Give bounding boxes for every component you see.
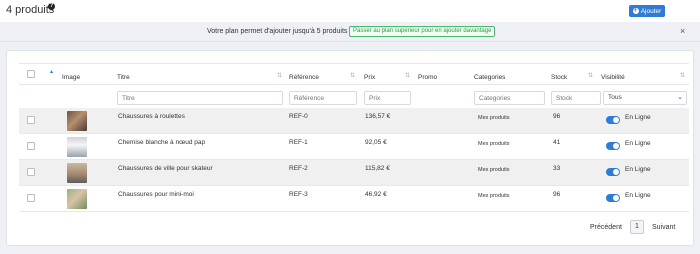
reference-filter-input[interactable] bbox=[289, 91, 357, 105]
table-top-border bbox=[19, 63, 689, 64]
product-thumbnail[interactable] bbox=[67, 189, 87, 209]
product-reference: REF-3 bbox=[289, 191, 308, 198]
visibility-filter-select[interactable]: Tous ⌄ bbox=[603, 91, 687, 105]
table-row[interactable]: Chaussures pour mini-moi REF-3 46,92 € M… bbox=[19, 186, 689, 212]
sort-icon[interactable]: ⇅ bbox=[588, 72, 593, 79]
product-thumbnail[interactable] bbox=[67, 111, 87, 131]
visibility-status: En Ligne bbox=[625, 166, 651, 173]
product-category: Mes produits bbox=[478, 115, 510, 121]
price-filter-input[interactable] bbox=[364, 91, 411, 105]
add-button-label: Ajouter bbox=[640, 7, 662, 15]
visibility-status: En Ligne bbox=[625, 114, 651, 121]
sort-icon[interactable]: ⇅ bbox=[350, 72, 355, 79]
visibility-selected-value: Tous bbox=[608, 94, 622, 101]
add-product-button[interactable]: + Ajouter bbox=[629, 5, 665, 17]
sort-icon[interactable]: ⇅ bbox=[405, 72, 410, 79]
plus-icon: + bbox=[632, 8, 639, 14]
top-bar: 4 produits ? + Ajouter bbox=[0, 0, 700, 22]
product-category: Mes produits bbox=[478, 167, 510, 173]
product-title[interactable]: Chaussures pour mini-moi bbox=[118, 191, 194, 198]
select-all-checkbox[interactable] bbox=[27, 70, 35, 78]
column-header-visibility: Visibilité bbox=[601, 74, 625, 81]
visibility-status: En Ligne bbox=[625, 140, 651, 147]
table-row[interactable]: Chemise blanche à nœud pap REF-1 92,05 €… bbox=[19, 134, 689, 160]
product-stock: 41 bbox=[553, 139, 561, 146]
title-filter-input[interactable] bbox=[117, 91, 283, 105]
product-stock: 33 bbox=[553, 165, 561, 172]
column-header-image: Image bbox=[62, 74, 81, 81]
product-category: Mes produits bbox=[478, 141, 510, 147]
product-reference: REF-1 bbox=[289, 139, 308, 146]
stock-filter-input[interactable] bbox=[551, 91, 601, 105]
table-row[interactable]: Chaussures à roulettes REF-0 136,57 € Me… bbox=[19, 108, 689, 134]
categories-filter-input[interactable] bbox=[474, 91, 545, 105]
row-checkbox[interactable] bbox=[27, 194, 35, 202]
column-header-promo: Promo bbox=[418, 74, 438, 81]
column-header-price[interactable]: Prix bbox=[364, 74, 375, 81]
column-header-title[interactable]: Titre bbox=[117, 74, 130, 81]
sort-icon[interactable]: ⇅ bbox=[680, 72, 685, 79]
product-thumbnail[interactable] bbox=[67, 163, 87, 183]
product-stock: 96 bbox=[553, 113, 561, 120]
visibility-toggle[interactable] bbox=[606, 142, 620, 150]
product-category: Mes produits bbox=[478, 193, 510, 199]
table-row[interactable]: Chaussures de ville pour skateur REF-2 1… bbox=[19, 160, 689, 186]
visibility-toggle[interactable] bbox=[606, 194, 620, 202]
sort-asc-icon[interactable]: ▴ bbox=[50, 68, 53, 75]
products-card: ▴ Image Titre ⇅ Référence ⇅ Prix ⇅ Promo… bbox=[6, 50, 694, 246]
close-icon[interactable]: × bbox=[680, 26, 685, 36]
visibility-status: En Ligne bbox=[625, 192, 651, 199]
sort-icon[interactable]: ⇅ bbox=[277, 72, 282, 79]
upgrade-plan-button[interactable]: Passer au plan supérieur pour en ajouter… bbox=[349, 26, 496, 37]
product-price: 46,92 € bbox=[365, 191, 387, 198]
product-title[interactable]: Chaussures de ville pour skateur bbox=[118, 165, 213, 172]
help-icon[interactable]: ? bbox=[48, 3, 55, 10]
product-stock: 96 bbox=[553, 191, 561, 198]
plan-limit-banner: Votre plan permet d'ajouter jusqu'à 5 pr… bbox=[0, 22, 700, 42]
product-price: 92,05 € bbox=[365, 139, 387, 146]
column-header-reference[interactable]: Référence bbox=[289, 74, 319, 81]
pagination-previous[interactable]: Précédent bbox=[590, 224, 622, 231]
header-divider bbox=[19, 84, 689, 85]
visibility-toggle[interactable] bbox=[606, 168, 620, 176]
row-checkbox[interactable] bbox=[27, 168, 35, 176]
product-thumbnail[interactable] bbox=[67, 137, 87, 157]
product-title[interactable]: Chaussures à roulettes bbox=[118, 113, 185, 120]
row-checkbox[interactable] bbox=[27, 116, 35, 124]
product-reference: REF-2 bbox=[289, 165, 308, 172]
product-title[interactable]: Chemise blanche à nœud pap bbox=[118, 139, 205, 146]
visibility-toggle[interactable] bbox=[606, 116, 620, 124]
column-header-stock[interactable]: Stock bbox=[551, 74, 567, 81]
product-price: 136,57 € bbox=[365, 113, 391, 120]
pagination-next[interactable]: Suivant bbox=[652, 224, 675, 231]
plan-limit-text: Votre plan permet d'ajouter jusqu'à 5 pr… bbox=[207, 28, 348, 35]
row-checkbox[interactable] bbox=[27, 142, 35, 150]
column-header-categories: Categories bbox=[474, 74, 506, 81]
product-price: 115,82 € bbox=[365, 165, 390, 172]
product-reference: REF-0 bbox=[289, 113, 308, 120]
chevron-down-icon: ⌄ bbox=[677, 94, 683, 101]
pagination-page-1[interactable]: 1 bbox=[630, 220, 644, 234]
